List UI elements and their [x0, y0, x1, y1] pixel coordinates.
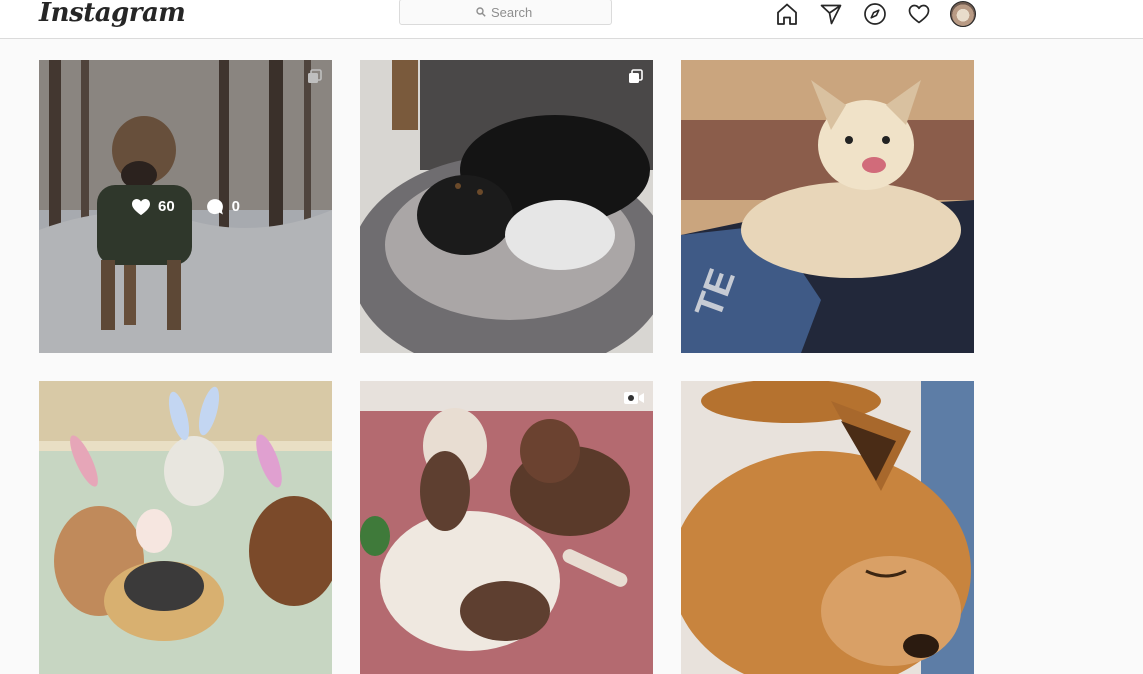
- search-box[interactable]: [399, 0, 612, 25]
- video-icon: [624, 392, 644, 404]
- post-tile[interactable]: TE: [681, 60, 974, 353]
- post-tile[interactable]: [681, 381, 974, 674]
- direct-icon[interactable]: [818, 1, 844, 27]
- post-image: [39, 381, 332, 674]
- post-tile[interactable]: [39, 381, 332, 674]
- profile-avatar[interactable]: [950, 1, 976, 27]
- post-grid: 60 0 TE: [39, 60, 974, 674]
- search-icon: [476, 7, 486, 17]
- activity-icon[interactable]: [906, 1, 932, 27]
- post-tile[interactable]: [360, 60, 653, 353]
- post-hover-overlay: 60 0: [39, 60, 332, 353]
- likes-stat: 60: [131, 198, 175, 216]
- instagram-logo[interactable]: Instagram: [39, 0, 186, 30]
- carousel-icon: [629, 69, 643, 83]
- post-image: [360, 60, 653, 353]
- post-tile[interactable]: 60 0: [39, 60, 332, 353]
- explore-icon[interactable]: [862, 1, 888, 27]
- top-navigation-bar: Instagram: [0, 0, 1143, 39]
- post-image: TE: [681, 60, 974, 353]
- comments-count: 0: [231, 198, 241, 215]
- search-input[interactable]: [491, 4, 535, 20]
- home-icon[interactable]: [774, 1, 800, 27]
- comments-stat: 0: [205, 197, 240, 217]
- heart-icon: [131, 198, 150, 215]
- post-image: [360, 381, 653, 674]
- comment-icon: [206, 198, 223, 214]
- post-image: [681, 381, 974, 674]
- nav-icons: [774, 0, 976, 28]
- post-tile[interactable]: [360, 381, 653, 674]
- likes-count: 60: [157, 198, 175, 215]
